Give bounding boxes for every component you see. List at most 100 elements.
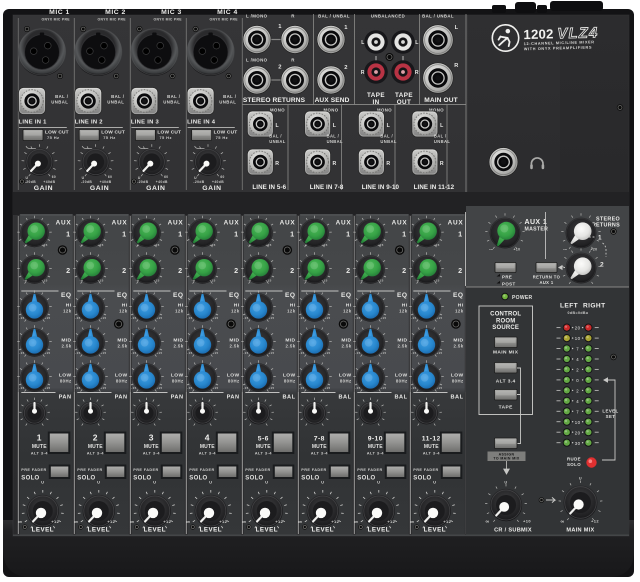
svg-text:CR / SUBMIX: CR / SUBMIX (494, 528, 532, 534)
svg-text:4: 4 (576, 357, 579, 362)
svg-text:1202: 1202 (523, 26, 554, 42)
svg-text:EQ: EQ (285, 292, 296, 299)
svg-text:1: 1 (290, 230, 294, 239)
svg-text:MUTE: MUTE (88, 444, 103, 450)
svg-text:-15: -15 (187, 316, 192, 320)
svg-text:SOLO: SOLO (189, 476, 207, 482)
svg-text:BAL: BAL (451, 394, 464, 400)
svg-text:+15: +15 (433, 279, 439, 283)
svg-text:-∞: -∞ (136, 243, 140, 247)
svg-text:GAIN: GAIN (34, 185, 53, 192)
svg-text:MAIN OUT: MAIN OUT (424, 97, 457, 104)
svg-text:SOLO: SOLO (77, 476, 95, 482)
svg-text:R: R (275, 161, 279, 167)
svg-text:+15: +15 (268, 351, 274, 355)
svg-text:R: R (415, 70, 419, 76)
svg-text:+15: +15 (265, 279, 271, 283)
svg-text:-15: -15 (131, 386, 136, 390)
svg-text:BAL / UNBAL: BAL / UNBAL (318, 14, 350, 19)
svg-text:-20dB: -20dB (193, 180, 204, 184)
svg-text:BAL: BAL (339, 394, 352, 400)
svg-text:R: R (386, 161, 390, 167)
svg-text:LEVEL: LEVEL (312, 527, 334, 534)
svg-text:LEVEL: LEVEL (368, 527, 390, 534)
svg-text:LINE IN 9-10: LINE IN 9-10 (362, 184, 400, 191)
svg-text:1: 1 (346, 230, 350, 239)
svg-text:+15: +15 (209, 279, 215, 283)
svg-text:LINE IN 7-8: LINE IN 7-8 (310, 184, 344, 191)
svg-text:80Hz: 80Hz (452, 378, 464, 383)
svg-text:BAL /: BAL / (380, 134, 393, 139)
svg-text:AUX: AUX (280, 220, 296, 227)
svg-text:12k: 12k (343, 308, 352, 313)
svg-text:U: U (209, 480, 212, 485)
svg-text:BAL: BAL (283, 394, 296, 400)
svg-text:SET: SET (606, 414, 616, 419)
svg-text:UNBAL: UNBAL (107, 100, 124, 105)
svg-text:+15: +15 (324, 316, 330, 320)
svg-text:GAIN: GAIN (146, 185, 165, 192)
svg-text:+40dB: +40dB (43, 180, 55, 184)
svg-text:STEREO RETURNS: STEREO RETURNS (243, 97, 306, 104)
svg-text:ALT 3.4: ALT 3.4 (496, 378, 516, 384)
svg-text:EQ: EQ (173, 292, 184, 299)
svg-text:PRE FADER: PRE FADER (301, 468, 326, 472)
svg-text:TO MAIN MIX: TO MAIN MIX (493, 457, 520, 461)
svg-text:2: 2 (178, 266, 182, 275)
svg-text:UNBAL: UNBAL (51, 100, 68, 105)
svg-text:-∞: -∞ (80, 279, 84, 283)
svg-text:AUX 1: AUX 1 (525, 219, 548, 226)
svg-text:+12: +12 (387, 519, 395, 524)
svg-text:+10: +10 (514, 248, 521, 252)
svg-text:ALT 3-4: ALT 3-4 (255, 451, 273, 456)
svg-text:2.5k: 2.5k (342, 343, 352, 348)
svg-text:12k: 12k (455, 308, 464, 313)
svg-text:L /MONO: L /MONO (246, 14, 268, 19)
svg-text:+15: +15 (321, 279, 327, 283)
svg-text:∞: ∞ (18, 520, 22, 526)
svg-text:OUT: OUT (397, 99, 412, 106)
svg-text:+15: +15 (97, 279, 103, 283)
svg-text:12k: 12k (175, 308, 184, 313)
svg-text:∞: ∞ (560, 519, 564, 525)
svg-text:80Hz: 80Hz (396, 378, 408, 383)
svg-text:-15: -15 (299, 386, 304, 390)
svg-text:MASTER: MASTER (525, 227, 549, 233)
svg-text:1: 1 (178, 230, 182, 239)
svg-text:60: 60 (108, 175, 112, 179)
svg-text:+15: +15 (268, 316, 274, 320)
svg-text:75 Hz: 75 Hz (216, 135, 228, 140)
svg-text:R: R (440, 161, 444, 167)
svg-text:U: U (153, 480, 156, 485)
svg-text:ONYX MIC PRE: ONYX MIC PRE (98, 18, 127, 22)
svg-text:LEVEL: LEVEL (424, 527, 446, 534)
svg-text:+15: +15 (212, 351, 218, 355)
svg-text:IN: IN (372, 99, 379, 106)
svg-text:UNBAL: UNBAL (380, 139, 396, 144)
svg-text:-∞: -∞ (489, 248, 494, 252)
svg-text:AUX: AUX (224, 220, 240, 227)
svg-text:2: 2 (278, 65, 282, 71)
svg-text:3: 3 (149, 433, 154, 443)
svg-text:2: 2 (600, 262, 604, 269)
svg-text:+15: +15 (100, 386, 106, 390)
svg-text:-15: -15 (299, 351, 304, 355)
svg-text:SOLO: SOLO (567, 462, 581, 467)
svg-text:BAL /: BAL / (434, 134, 447, 139)
svg-text:PAN: PAN (115, 394, 128, 400)
svg-text:ALT 3-4: ALT 3-4 (311, 451, 329, 456)
svg-text:2.5k: 2.5k (118, 343, 128, 348)
svg-text:+15: +15 (44, 351, 50, 355)
svg-text:-∞: -∞ (192, 279, 196, 283)
svg-text:BAL: BAL (395, 394, 408, 400)
svg-text:1: 1 (344, 25, 348, 31)
svg-text:ALT 3-4: ALT 3-4 (87, 451, 105, 456)
svg-text:ONYX MIC PRE: ONYX MIC PRE (210, 18, 239, 22)
svg-text:2: 2 (576, 368, 579, 373)
svg-text:+15: +15 (436, 386, 442, 390)
svg-text:2: 2 (576, 389, 579, 394)
svg-text:+12: +12 (163, 519, 171, 524)
svg-text:-15: -15 (243, 316, 248, 320)
svg-text:PAN: PAN (59, 394, 72, 400)
svg-text:PRE FADER: PRE FADER (413, 468, 438, 472)
